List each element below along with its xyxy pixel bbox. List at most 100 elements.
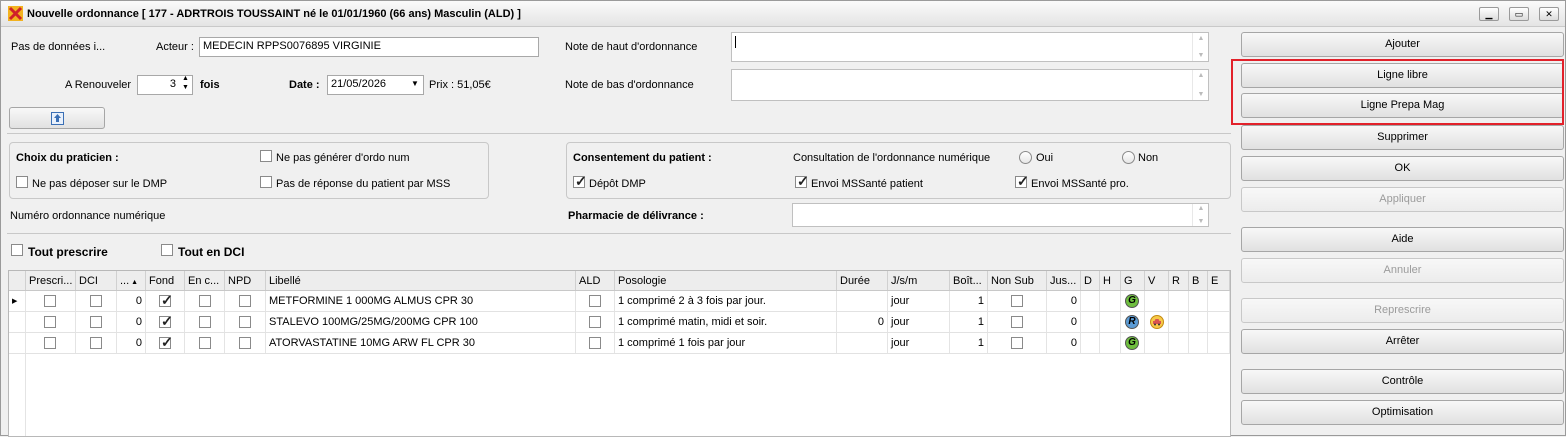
col-en-cours[interactable]: En c... [185,271,225,290]
annuler-button[interactable]: Annuler [1241,258,1564,283]
no-ordo-num-checkbox[interactable] [260,150,272,162]
npd-checkbox[interactable] [239,337,251,349]
cell-r [1169,333,1189,353]
upload-icon [51,112,64,125]
col-sort[interactable]: ... ▲ [117,271,146,290]
no-mss-reply-checkbox[interactable] [260,176,272,188]
dci-checkbox[interactable] [90,316,102,328]
ald-checkbox[interactable] [589,295,601,307]
renew-label: A Renouveler [65,79,132,91]
non-sub-checkbox[interactable] [1011,337,1023,349]
col-r[interactable]: R [1169,271,1189,290]
table-row[interactable]: 0 STALEVO 100MG/25MG/200MG CPR 100 1 com… [9,312,1230,333]
col-dci[interactable]: DCI [76,271,117,290]
appliquer-button[interactable]: Appliquer [1241,187,1564,212]
dci-checkbox[interactable] [90,337,102,349]
fond-checkbox[interactable] [159,313,173,330]
cell [988,291,1047,311]
controle-button[interactable]: Contrôle [1241,369,1564,394]
envoi-patient-checkbox[interactable] [795,173,809,190]
no-dmp-checkbox[interactable] [16,176,28,188]
cell-r [1169,291,1189,311]
depot-dmp-checkbox[interactable] [573,173,587,190]
oui-radio[interactable] [1019,151,1032,164]
npd-checkbox[interactable] [239,316,251,328]
bottom-note-field[interactable]: ▲ ▼ [731,69,1209,101]
represcrire-button[interactable]: Represcrire [1241,298,1564,323]
row-indicator [9,333,26,353]
prescrire-checkbox[interactable] [44,295,56,307]
en-cours-checkbox[interactable] [199,316,211,328]
cell-v [1145,291,1169,311]
col-d[interactable]: D [1081,271,1100,290]
col-g[interactable]: G [1121,271,1145,290]
prescrire-checkbox[interactable] [44,316,56,328]
en-cours-checkbox[interactable] [199,337,211,349]
actor-field[interactable]: MEDECIN RPPS0076895 VIRGINIE [199,37,539,57]
col-libelle[interactable]: Libellé [266,271,576,290]
col-duree[interactable]: Durée [837,271,888,290]
highlight-box [1231,59,1564,125]
maximize-icon[interactable]: ▭ [1509,7,1529,21]
tout-prescrire-checkbox[interactable] [11,244,23,256]
chevron-down-icon[interactable]: ▼ [411,79,419,88]
col-e[interactable]: E [1208,271,1230,290]
cell-jus: 0 [1047,312,1081,332]
col-npd[interactable]: NPD [225,271,266,290]
fond-checkbox[interactable] [159,334,173,351]
top-note-label: Note de haut d'ordonnance [565,41,698,53]
non-radio[interactable] [1122,151,1135,164]
non-sub-checkbox[interactable] [1011,316,1023,328]
col-h[interactable]: H [1100,271,1121,290]
pharmacie-field[interactable]: ▲ ▼ [792,203,1209,227]
scrollbar[interactable]: ▲ ▼ [1192,33,1208,61]
minimize-icon[interactable]: ▁ [1479,7,1499,21]
renew-unit: fois [200,79,220,91]
date-label: Date : [289,79,320,91]
col-fond[interactable]: Fond [146,271,185,290]
ald-checkbox[interactable] [589,337,601,349]
optimisation-button[interactable]: Optimisation [1241,400,1564,425]
ald-checkbox[interactable] [589,316,601,328]
envoi-pro-checkbox[interactable] [1015,173,1029,190]
en-cours-checkbox[interactable] [199,295,211,307]
prescrire-checkbox[interactable] [44,337,56,349]
stepper-arrows-icon[interactable]: ▲ ▼ [182,74,189,92]
non-label: Non [1138,152,1159,164]
col-ald[interactable]: ALD [576,271,615,290]
arreter-button[interactable]: Arrêter [1241,329,1564,354]
close-icon[interactable]: ✕ [1539,7,1559,21]
price-label: Prix : 51,05€ [429,79,491,91]
col-prescrire[interactable]: Prescri... [26,271,76,290]
date-picker[interactable]: 21/05/2026 [327,75,424,95]
no-dmp-label: Ne pas déposer sur le DMP [32,178,168,190]
envoi-pro-label: Envoi MSSanté pro. [1031,178,1129,190]
non-sub-checkbox[interactable] [1011,295,1023,307]
cell [26,291,76,311]
top-note-field[interactable]: ▲ ▼ [731,32,1209,62]
npd-checkbox[interactable] [239,295,251,307]
grid-empty-area [9,354,1230,436]
ajouter-button[interactable]: Ajouter [1241,32,1564,57]
scrollbar[interactable]: ▲ ▼ [1192,70,1208,100]
collapse-button[interactable] [9,107,105,129]
table-row[interactable]: 0 ATORVASTATINE 10MG ARW FL CPR 30 1 com… [9,333,1230,354]
ok-button[interactable]: OK [1241,156,1564,181]
cell-duree [837,333,888,353]
table-row[interactable]: ▶ 0 METFORMINE 1 000MG ALMUS CPR 30 1 co… [9,291,1230,312]
col-b[interactable]: B [1189,271,1208,290]
col-posologie[interactable]: Posologie [615,271,837,290]
col-non-sub[interactable]: Non Sub [988,271,1047,290]
aide-button[interactable]: Aide [1241,227,1564,252]
col-boites[interactable]: Boît... [950,271,988,290]
cell [225,333,266,353]
supprimer-button[interactable]: Supprimer [1241,125,1564,150]
col-v[interactable]: V [1145,271,1169,290]
col-jsm[interactable]: J/s/m [888,271,950,290]
tout-dci-checkbox[interactable] [161,244,173,256]
scrollbar[interactable]: ▲ ▼ [1192,204,1208,226]
col-jus[interactable]: Jus... [1047,271,1081,290]
dci-checkbox[interactable] [90,295,102,307]
pharmacie-label: Pharmacie de délivrance : [568,210,704,222]
fond-checkbox[interactable] [159,292,173,309]
